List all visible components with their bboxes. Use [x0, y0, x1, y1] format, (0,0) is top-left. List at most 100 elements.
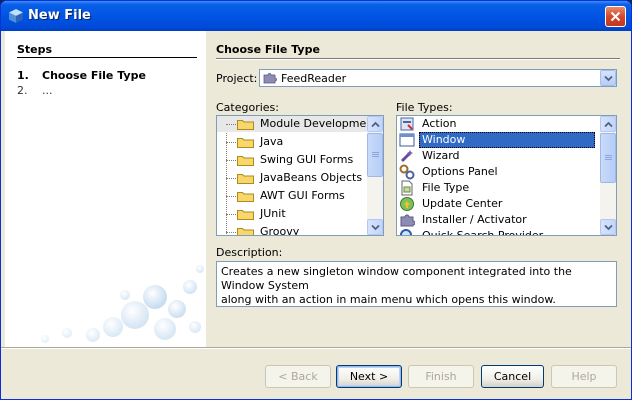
folder-icon: [237, 138, 254, 148]
step-number: 2.: [17, 84, 28, 97]
chevron-down-icon: [371, 224, 380, 231]
file-types-list[interactable]: Action Window Wizard Options Panel File …: [396, 115, 617, 236]
wizard-icon: [400, 150, 413, 163]
category-item[interactable]: Java: [217, 134, 367, 150]
folder-icon: [237, 210, 254, 220]
file-type-item[interactable]: Window: [397, 132, 600, 148]
chevron-up-icon: [371, 121, 380, 128]
section-heading: Choose File Type: [216, 43, 320, 56]
file-type-label: File Type: [422, 181, 470, 194]
title-bar[interactable]: New File: [1, 1, 631, 31]
window-icon: [399, 133, 415, 147]
cancel-button[interactable]: Cancel: [481, 365, 544, 388]
description-text: Creates a new singleton window component…: [216, 261, 617, 307]
folder-icon: [237, 228, 254, 235]
chevron-down-icon: [604, 75, 613, 82]
folder-icon: [237, 174, 254, 184]
file-type-label: Installer / Activator: [422, 213, 527, 226]
tree-branch: [226, 178, 236, 179]
category-item[interactable]: JavaBeans Objects: [217, 170, 367, 186]
tree-branch: [226, 214, 236, 215]
file-type-item[interactable]: Options Panel: [397, 164, 600, 180]
decorative-bubbles: [41, 265, 204, 343]
puzzle-piece-icon: [263, 73, 277, 84]
file-type-item[interactable]: Update Center: [397, 196, 600, 212]
category-item[interactable]: Module Development: [217, 116, 378, 132]
tree-branch: [226, 124, 236, 125]
project-combo-box[interactable]: FeedReader: [259, 69, 617, 87]
scroll-down-button[interactable]: [600, 219, 616, 235]
folder-icon: [237, 192, 254, 202]
netbeans-cube-icon: [9, 9, 23, 23]
steps-heading: Steps: [17, 43, 53, 56]
thumb-grip: [605, 159, 612, 160]
category-item[interactable]: AWT GUI Forms: [217, 188, 367, 204]
tree-branch: [226, 160, 236, 161]
scroll-down-button[interactable]: [367, 219, 383, 235]
section-divider: [216, 58, 620, 60]
file-type-label: Update Center: [422, 197, 503, 210]
action-icon: [400, 117, 414, 131]
step-2: 2....: [17, 84, 53, 97]
tree-branch: [226, 142, 236, 143]
thumb-grip: [372, 156, 379, 157]
file-type-label: Wizard: [422, 149, 460, 162]
scroll-up-button[interactable]: [600, 116, 616, 132]
step-label: Choose File Type: [42, 69, 146, 82]
category-label: Module Development: [260, 117, 378, 130]
close-button[interactable]: [605, 6, 626, 27]
chevron-up-icon: [604, 121, 613, 128]
category-label: Swing GUI Forms: [260, 153, 354, 166]
file-types-scrollbar[interactable]: [600, 116, 616, 235]
new-file-dialog: New File Steps 1. Choose File Type 2....: [0, 0, 632, 400]
thumb-grip: [372, 152, 379, 153]
scroll-thumb[interactable]: [600, 133, 616, 183]
file-type-icon: [401, 180, 413, 196]
description-label: Description:: [216, 246, 283, 259]
choose-file-type-panel: Choose File Type Project: FeedReader Cat…: [206, 31, 631, 347]
thumb-grip: [605, 157, 612, 158]
installer-icon: [400, 214, 415, 227]
project-value: FeedReader: [281, 72, 347, 85]
file-type-label: Quick Search Provider: [422, 229, 544, 236]
category-label: JUnit: [260, 207, 286, 220]
description-line: along with an action in main menu which …: [221, 293, 556, 306]
file-type-item[interactable]: Wizard: [397, 148, 600, 164]
project-dropdown-button[interactable]: [600, 70, 616, 86]
step-1: 1. Choose File Type: [17, 69, 146, 82]
file-type-item[interactable]: Installer / Activator: [397, 212, 600, 228]
tree-branch: [226, 232, 236, 233]
category-label: JavaBeans Objects: [260, 171, 363, 184]
tree-branch: [226, 196, 236, 197]
file-types-label: File Types:: [396, 101, 453, 114]
file-type-label: Options Panel: [422, 165, 498, 178]
quick-search-icon: [400, 229, 412, 235]
thumb-grip: [372, 154, 379, 155]
categories-tree[interactable]: Module Development Java Swing GUI Forms …: [216, 115, 384, 236]
category-label: Groovy: [260, 225, 300, 236]
category-item[interactable]: Swing GUI Forms: [217, 152, 367, 168]
help-button[interactable]: Help: [551, 365, 617, 388]
next-button[interactable]: Next >: [336, 365, 402, 388]
scroll-thumb[interactable]: [367, 133, 383, 177]
finish-button[interactable]: Finish: [408, 365, 474, 388]
project-label: Project:: [216, 72, 258, 85]
folder-icon: [237, 156, 254, 166]
category-label: AWT GUI Forms: [260, 189, 345, 202]
categories-scrollbar[interactable]: [367, 116, 383, 235]
file-type-item[interactable]: File Type: [397, 180, 600, 196]
category-item[interactable]: Groovy: [217, 224, 367, 236]
window-title: New File: [28, 8, 91, 23]
category-item[interactable]: JUnit: [217, 206, 367, 222]
back-button[interactable]: < Back: [265, 365, 331, 388]
file-type-item[interactable]: Action: [397, 116, 600, 132]
file-type-item[interactable]: Quick Search Provider: [397, 228, 600, 236]
file-type-label: Action: [422, 117, 457, 130]
options-panel-icon: [399, 164, 415, 180]
scroll-up-button[interactable]: [367, 116, 383, 132]
chevron-down-icon: [604, 224, 613, 231]
file-type-label: Window: [419, 132, 595, 148]
update-center-icon: [400, 197, 414, 211]
steps-panel: Steps 1. Choose File Type 2....: [5, 31, 206, 347]
step-number: 1.: [17, 69, 29, 82]
